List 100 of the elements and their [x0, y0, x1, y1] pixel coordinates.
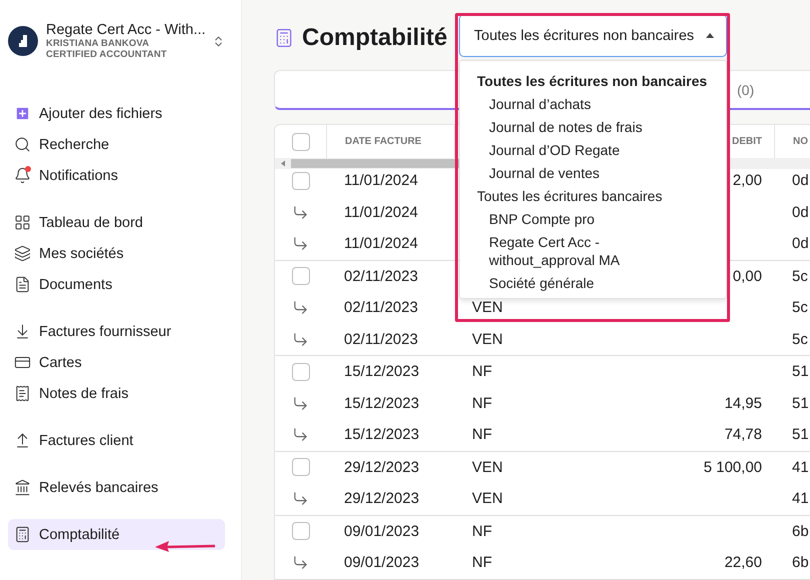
sub-line-icon: [292, 235, 309, 252]
column-header: NO: [793, 136, 808, 147]
table-cell: 15/12/2023: [344, 426, 420, 444]
table-cell: NF: [472, 554, 492, 572]
table-cell: NF: [472, 363, 492, 380]
table-cell: 15/12/2023: [344, 363, 420, 380]
row-checkbox[interactable]: [292, 362, 310, 381]
sidebar-item[interactable]: Mes sociétés: [8, 238, 225, 269]
sidebar-item[interactable]: Ajouter des fichiers: [8, 98, 225, 129]
search-icon: [14, 136, 31, 153]
table-cell: 51: [792, 394, 809, 412]
table-cell: 29/12/2023: [344, 458, 420, 476]
table-cell: 5c: [792, 330, 808, 348]
sidebar-item[interactable]: Notes de frais: [8, 378, 225, 409]
page-title: Comptabilité: [302, 24, 448, 52]
table-cell: 11/01/2024: [344, 235, 418, 252]
annotation-arrow: [155, 540, 217, 554]
bell-icon: [14, 167, 31, 184]
row-checkbox[interactable]: [292, 267, 310, 286]
table-cell: 51: [792, 363, 809, 380]
table-cell: VEN: [472, 458, 503, 476]
table-cell: 14,95: [724, 394, 762, 412]
table-cell: NF: [472, 426, 492, 444]
dropdown-option[interactable]: Toutes les écritures bancaires: [460, 184, 726, 207]
table-cell: 5c: [792, 299, 808, 316]
company-logo-icon: [8, 26, 38, 56]
user-role: CERTIFIED ACCOUNTANT: [46, 49, 168, 60]
table-cell: 6b: [792, 522, 809, 540]
table-cell: 0d: [792, 235, 809, 252]
dropdown-option[interactable]: Société générale: [460, 271, 726, 294]
table-cell: 51: [792, 426, 809, 444]
table-cell: VEN: [472, 490, 503, 508]
sidebar-item[interactable]: Recherche: [8, 129, 225, 160]
sub-line-icon: [292, 204, 309, 221]
dropdown-option[interactable]: Regate Cert Acc - without_approval MA: [460, 230, 726, 271]
sidebar-item[interactable]: Relevés bancaires: [8, 472, 225, 503]
sidebar-item[interactable]: Documents: [8, 269, 225, 300]
journal-select[interactable]: Toutes les écritures non bancaires: [459, 14, 727, 57]
table-cell: 02/11/2023: [344, 330, 418, 348]
table-cell: 02/11/2023: [344, 299, 418, 316]
grid-icon: [14, 214, 31, 231]
table-cell: 41: [792, 458, 809, 476]
table-cell: 2,00: [732, 172, 762, 190]
dropdown-option[interactable]: Journal de ventes: [460, 161, 726, 184]
document-icon: [14, 276, 31, 293]
upload-tray-icon: [14, 432, 31, 449]
sidebar-item[interactable]: Factures client: [8, 425, 225, 456]
add-icon: [14, 105, 31, 122]
table-cell: 0,00: [732, 268, 762, 285]
card-icon: [14, 354, 31, 371]
table-cell: 29/12/2023: [344, 490, 420, 508]
sub-line-icon: [292, 299, 309, 316]
dropdown-option[interactable]: BNP Compte pro: [460, 207, 726, 230]
sidebar-item[interactable]: Cartes: [8, 347, 225, 378]
column-header: DATE FACTURE: [345, 136, 422, 147]
calculator-icon: [14, 526, 31, 543]
calculator-icon: [274, 28, 294, 48]
table-cell: 22,60: [724, 554, 762, 572]
sub-line-icon: [292, 554, 309, 572]
sidebar-item[interactable]: Comptabilité: [8, 519, 225, 550]
tab[interactable]: (0): [737, 82, 754, 98]
sidebar-item[interactable]: Factures fournisseur: [8, 316, 225, 347]
row-checkbox[interactable]: [292, 522, 310, 540]
dropdown-option[interactable]: Journal de notes de frais: [460, 115, 726, 138]
sidebar-item[interactable]: Notifications: [8, 160, 225, 191]
table-cell: 5c: [792, 268, 808, 285]
row-checkbox[interactable]: [292, 172, 310, 190]
account-name: Regate Cert Acc - With...: [46, 22, 204, 38]
column-header: DEBIT: [732, 136, 762, 147]
receipt-icon: [14, 385, 31, 402]
sub-line-icon: [292, 394, 309, 412]
table-cell: 15/12/2023: [344, 394, 420, 412]
table-cell: NF: [472, 394, 492, 412]
table-cell: 11/01/2024: [344, 204, 418, 221]
select-all-checkbox[interactable]: [292, 132, 310, 150]
table-cell: VEN: [472, 299, 503, 316]
sub-line-icon: [292, 490, 309, 508]
table-cell: 09/01/2023: [344, 522, 420, 540]
table-cell: 6b: [792, 554, 809, 572]
table-cell: NF: [472, 522, 492, 540]
table-cell: 0d: [792, 172, 809, 190]
dropdown-option[interactable]: Journal d’OD Regate: [460, 138, 726, 161]
table-cell: 0d: [792, 204, 809, 221]
table-cell: 02/11/2023: [344, 268, 418, 285]
sub-line-icon: [292, 426, 309, 444]
sub-line-icon: [292, 330, 309, 348]
bank-icon: [14, 479, 31, 496]
table-cell: VEN: [472, 330, 503, 348]
table-cell: 11/01/2024: [344, 172, 418, 190]
row-checkbox[interactable]: [292, 458, 310, 476]
dropdown-option[interactable]: Toutes les écritures non bancaires: [460, 69, 726, 92]
layers-icon: [14, 245, 31, 262]
table-cell: 74,78: [724, 426, 762, 444]
user-name: KRISTIANA BANKOVA: [46, 38, 150, 49]
download-tray-icon: [14, 323, 31, 340]
table-cell: 41: [792, 490, 809, 508]
sidebar-item[interactable]: Tableau de bord: [8, 207, 225, 238]
dropdown-option[interactable]: Journal d’achats: [460, 92, 726, 115]
table-cell: 5 100,00: [704, 458, 762, 476]
table-cell: 09/01/2023: [344, 554, 420, 572]
